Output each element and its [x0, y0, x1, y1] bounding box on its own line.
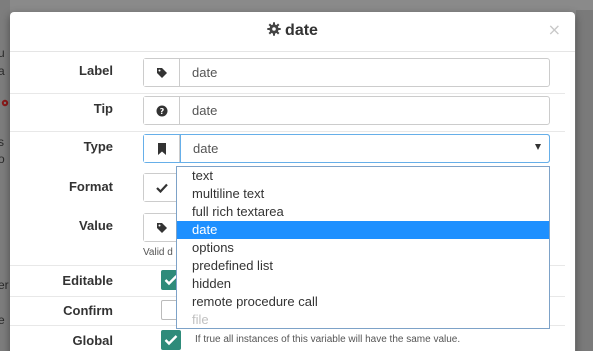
divider [10, 131, 565, 132]
close-button[interactable]: × [548, 20, 561, 39]
question-circle-icon: ? [144, 97, 180, 124]
tag-icon [144, 59, 180, 86]
label-input-group: date [143, 58, 550, 87]
background-text: a [0, 64, 5, 78]
type-option[interactable]: full rich textarea [177, 203, 549, 221]
type-select-value: date [193, 141, 219, 156]
tag-icon [144, 214, 180, 241]
bookmark-icon [144, 135, 180, 162]
type-option-selected[interactable]: date [177, 221, 549, 239]
dialog-title: date [10, 22, 575, 40]
background-text: e [0, 313, 5, 327]
tip-input-group: ? date [143, 96, 550, 125]
svg-text:?: ? [159, 107, 164, 116]
type-select[interactable]: date [180, 134, 550, 163]
background-text: u [0, 46, 5, 60]
value-field-label: Value [79, 218, 113, 233]
global-checkbox[interactable] [161, 330, 181, 350]
check-icon [144, 174, 180, 201]
format-field-label: Format [68, 179, 113, 194]
background-text: er [0, 278, 9, 292]
dialog-header: date × [10, 12, 575, 52]
value-help-text: Valid d [143, 247, 173, 258]
dialog-title-text: date [285, 22, 318, 39]
type-option[interactable]: options [177, 239, 549, 257]
confirm-field-label: Confirm [63, 303, 113, 318]
type-option[interactable]: text [177, 167, 549, 185]
dropdown-caret-icon [535, 144, 541, 150]
variable-dialog: date × Label date Tip ? date Type date F… [10, 12, 575, 351]
background-text: s [0, 135, 4, 149]
tip-input[interactable]: date [180, 97, 549, 124]
label-input[interactable]: date [180, 59, 549, 86]
type-option[interactable]: multiline text [177, 185, 549, 203]
background-text: o [0, 152, 5, 166]
type-option[interactable]: predefined list [177, 257, 549, 275]
label-field-label: Label [79, 63, 113, 78]
global-help-text: If true all instances of this variable w… [195, 334, 461, 345]
type-select-group: date [143, 134, 550, 163]
type-field-label: Type [83, 139, 113, 154]
type-option-disabled: file [192, 312, 209, 327]
editable-field-label: Editable [62, 273, 113, 288]
global-field-label: Global [72, 333, 113, 348]
type-options-list: text multiline text full rich textarea d… [176, 166, 550, 329]
background-gear-icon [1, 99, 9, 107]
tip-field-label: Tip [93, 101, 113, 116]
background-right [576, 10, 593, 351]
type-option[interactable]: remote procedure call [177, 293, 549, 311]
gear-icon [267, 22, 281, 36]
divider [10, 93, 565, 94]
type-option[interactable]: hidden [177, 275, 549, 293]
